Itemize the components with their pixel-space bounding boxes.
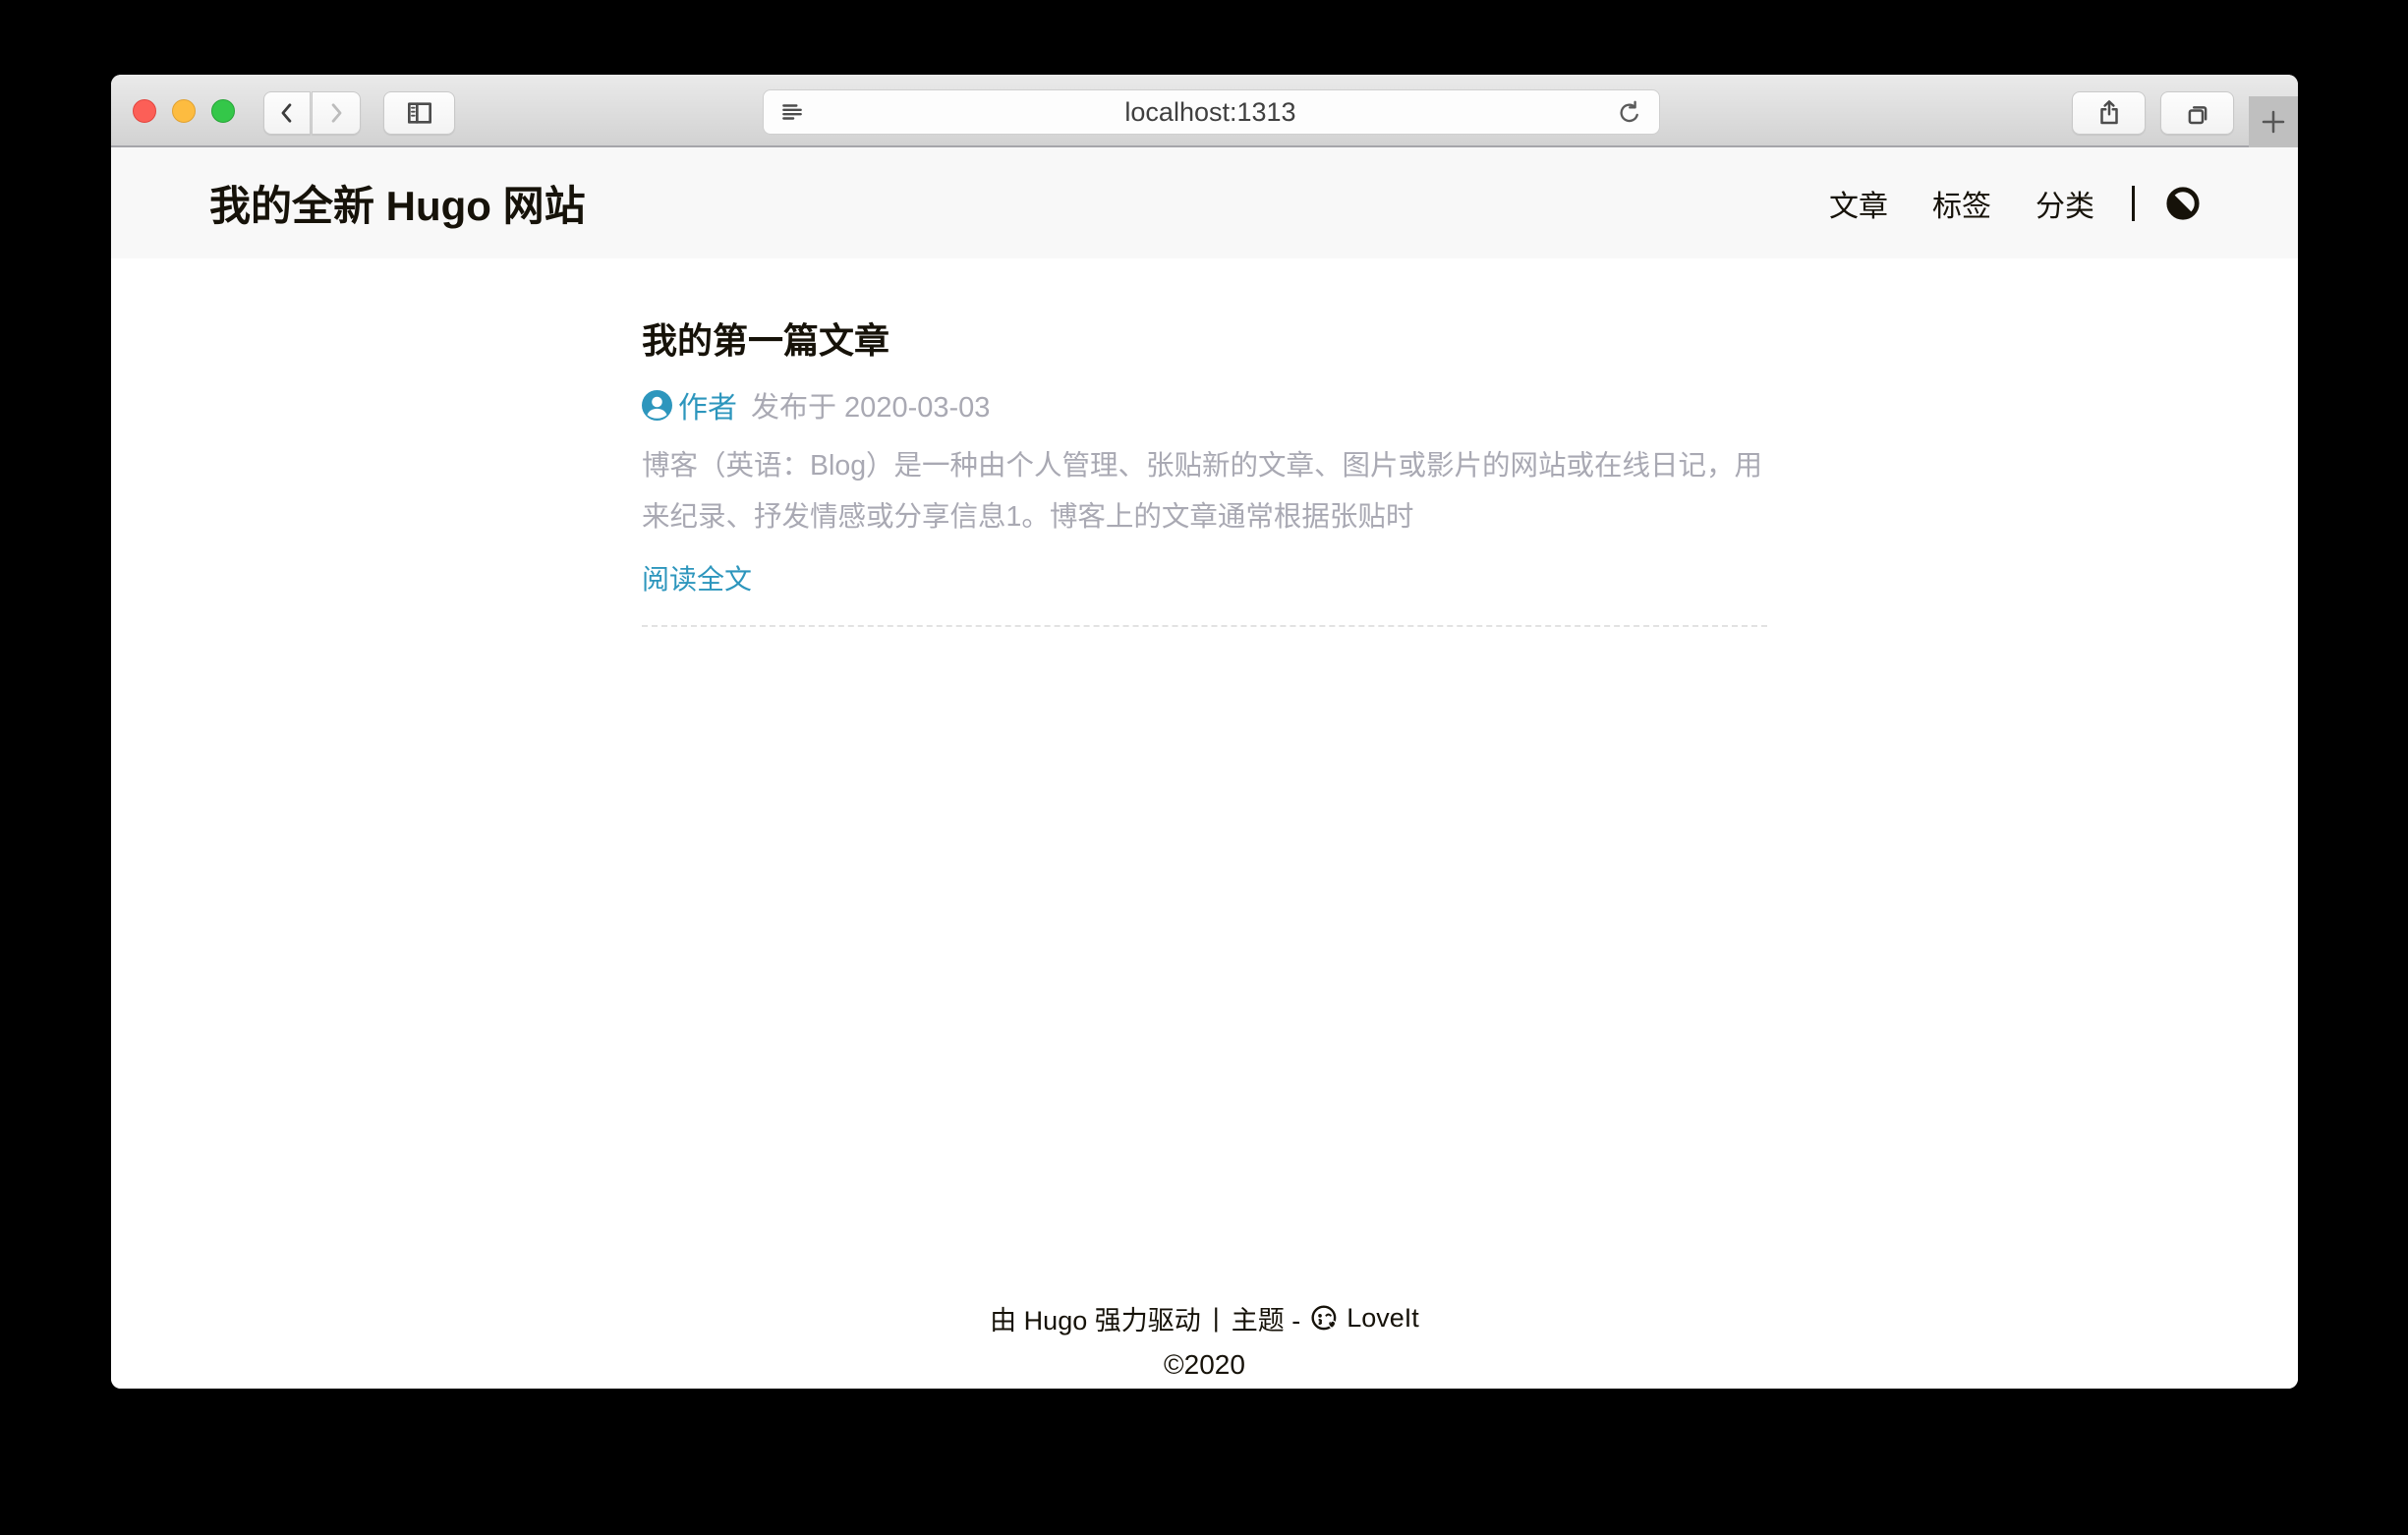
screenshot-background: localhost:1313: [0, 0, 2408, 1535]
post-title-link[interactable]: 我的第一篇文章: [642, 313, 1767, 364]
new-tab-button[interactable]: [2249, 96, 2298, 147]
post-summary-card: 我的第一篇文章 作者 发布于 2020-03-03 博客（英语：Blog）是一种…: [642, 313, 1767, 627]
theme-toggle-button[interactable]: [2166, 187, 2200, 220]
page-content: 我的第一篇文章 作者 发布于 2020-03-03 博客（英语：Blog）是一种…: [111, 258, 2298, 1389]
minimize-icon[interactable]: [172, 99, 196, 123]
tab-overview-icon: [2183, 98, 2212, 128]
share-icon: [2094, 98, 2124, 128]
forward-icon: [322, 99, 350, 127]
site-header: 我的全新 Hugo 网站 文章 标签 分类: [111, 147, 2298, 258]
address-bar[interactable]: localhost:1313: [763, 89, 1660, 135]
safari-window: localhost:1313: [111, 75, 2298, 1389]
back-button[interactable]: [263, 91, 311, 135]
theme-name-link[interactable]: LoveIt: [1347, 1303, 1419, 1334]
copyright-text: ©2020: [111, 1349, 2298, 1381]
new-tab-icon: [2259, 107, 2288, 137]
read-more-link[interactable]: 阅读全文: [642, 558, 752, 597]
nav-item-posts[interactable]: 文章: [1829, 182, 1888, 225]
tab-overview-button[interactable]: [2160, 91, 2234, 135]
nav-divider: [2132, 186, 2135, 221]
post-meta: 作者 发布于 2020-03-03: [642, 383, 1767, 426]
nav-item-categories[interactable]: 分类: [2035, 182, 2094, 225]
sidebar-toggle-button[interactable]: [383, 91, 455, 135]
back-icon: [273, 99, 301, 127]
site-footer: 由 Hugo 强力驱动 | 主题 - LoveIt ©2020: [111, 1299, 2298, 1389]
sidebar-toggle-icon: [404, 97, 435, 129]
post-divider: [642, 625, 1767, 627]
theme-prefix-text: 主题 -: [1232, 1299, 1301, 1337]
nav-item-tags[interactable]: 标签: [1932, 182, 1991, 225]
post-author-link[interactable]: 作者: [678, 383, 737, 426]
browser-toolbar: localhost:1313: [111, 75, 2298, 147]
zoom-icon[interactable]: [211, 99, 235, 123]
forward-button[interactable]: [312, 91, 361, 135]
user-circle-icon: [642, 390, 672, 421]
post-summary-text: 博客（英语：Blog）是一种由个人管理、张贴新的文章、图片或影片的网站或在线日记…: [642, 440, 1767, 542]
close-icon[interactable]: [133, 99, 156, 123]
site-title-link[interactable]: 我的全新 Hugo 网站: [209, 173, 586, 233]
footer-separator: |: [1213, 1303, 1220, 1334]
url-text[interactable]: localhost:1313: [805, 97, 1616, 128]
site-nav: 文章 标签 分类: [1785, 182, 2200, 225]
footer-credits: 由 Hugo 强力驱动 | 主题 - LoveIt: [111, 1299, 2298, 1337]
reader-view-icon[interactable]: [779, 99, 805, 125]
reload-icon[interactable]: [1616, 98, 1643, 126]
share-button[interactable]: [2072, 91, 2146, 135]
post-publish-date: 发布于 2020-03-03: [751, 384, 990, 426]
window-controls: [133, 99, 235, 123]
contrast-icon: [2166, 187, 2200, 220]
powered-by-text[interactable]: 由 Hugo 强力驱动: [990, 1299, 1201, 1337]
kiss-wink-heart-icon: [1310, 1304, 1339, 1333]
